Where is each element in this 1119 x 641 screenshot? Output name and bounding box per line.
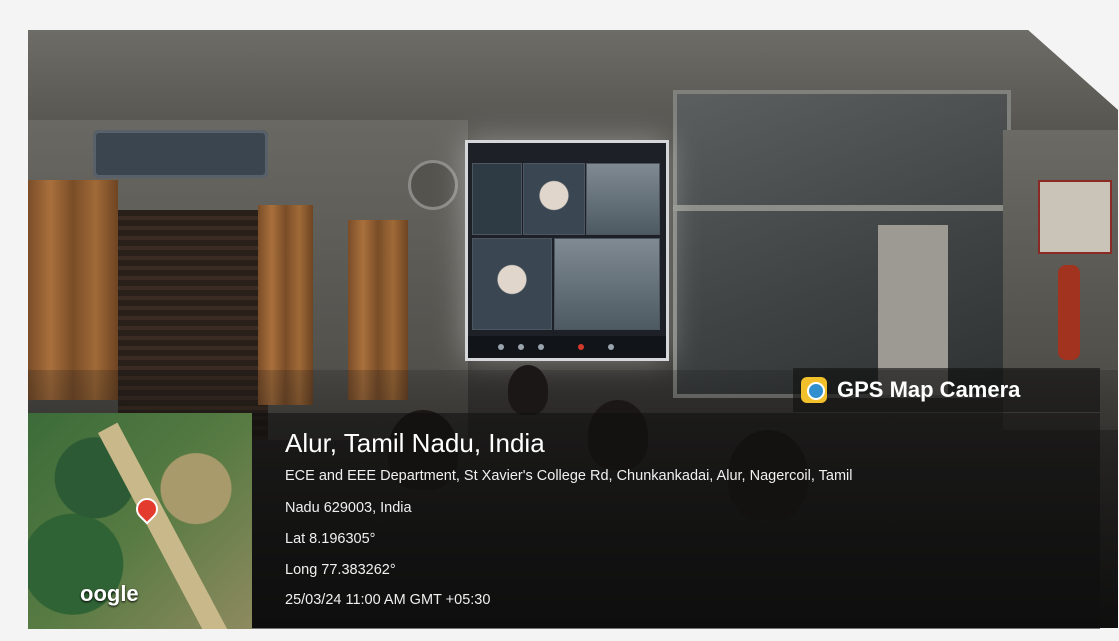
curtain-left: [28, 180, 118, 400]
audience-head: [508, 365, 548, 415]
air-conditioner: [93, 130, 268, 178]
notice-board: [1038, 180, 1112, 254]
photo-frame: oogle GPS Map Camera Alur, Tamil Nadu, I…: [0, 0, 1119, 641]
wall-fan: [408, 160, 458, 210]
share-icon: [538, 344, 544, 350]
end-call-icon: [578, 344, 584, 350]
address-line-2: Nadu 629003, India: [285, 500, 412, 516]
map-watermark: oogle: [80, 581, 139, 606]
video-tile-room: [586, 163, 660, 235]
glass-partition: [673, 90, 1011, 398]
video-tile-person: [472, 238, 552, 330]
gps-camera-icon: [801, 377, 827, 403]
meeting-control-bar: [468, 336, 666, 358]
video-tile-room: [554, 238, 660, 330]
fire-extinguisher: [1058, 265, 1080, 360]
location-title: Alur, Tamil Nadu, India: [285, 428, 545, 458]
projection-screen: [465, 140, 669, 361]
gps-map-camera-badge: GPS Map Camera: [793, 368, 1100, 412]
video-tile-person: [523, 163, 585, 235]
partition-bar: [673, 205, 1003, 211]
location-map-thumbnail: oogle: [28, 413, 252, 629]
address-line-1: ECE and EEE Department, St Xavier's Coll…: [285, 468, 853, 484]
camera-icon: [518, 344, 524, 350]
video-tile: [472, 163, 522, 235]
brand-label: GPS Map Camera: [837, 377, 1021, 402]
more-icon: [608, 344, 614, 350]
latitude: Lat 8.196305°: [285, 531, 376, 547]
mic-icon: [498, 344, 504, 350]
timestamp: 25/03/24 11:00 AM GMT +05:30: [285, 592, 491, 608]
longitude: Long 77.383262°: [285, 562, 396, 578]
